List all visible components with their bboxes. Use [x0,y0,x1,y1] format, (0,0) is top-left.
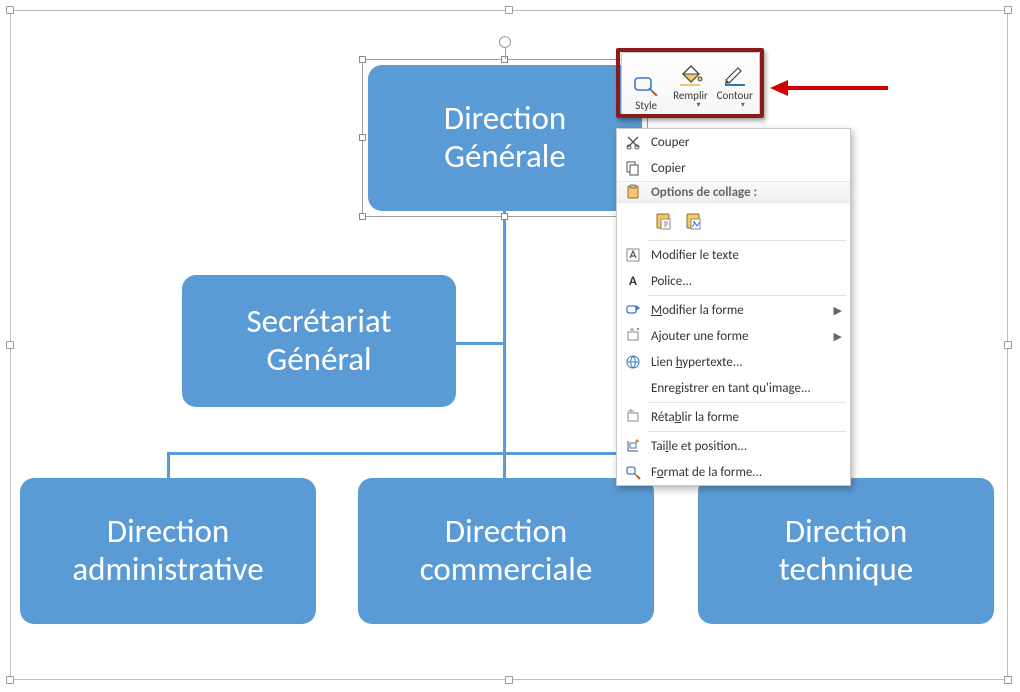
menu-change-shape[interactable]: Modifier la forme ▶ [617,297,850,323]
menu-separator [647,431,846,432]
submenu-arrow-icon: ▶ [834,304,842,317]
mini-style-label: Style [635,99,657,112]
menu-reset-shape[interactable]: Rétablir la forme [617,404,850,430]
add-shape-icon [623,326,643,346]
menu-save-as-picture[interactable]: Enregistrer en tant qu'image... [617,375,850,401]
menu-paste-options [617,203,850,239]
menu-add-shape[interactable]: Ajouter une forme ▶ [617,323,850,349]
menu-label: Rétablir la forme [651,410,739,425]
dropdown-caret-icon: ▾ [696,100,700,110]
selection-handle[interactable] [6,6,14,14]
menu-label: Modifier le texte [651,248,739,263]
shape-style-icon [632,68,660,96]
node-secretariat-general[interactable]: Secrétariat Général [182,275,456,407]
paste-as-picture-button[interactable] [681,208,707,234]
node-label: Direction administrative [72,513,263,589]
blank-icon [623,378,643,398]
node-label: Direction commerciale [420,513,593,589]
menu-separator [647,295,846,296]
node-label: Direction Générale [444,100,566,176]
menu-font[interactable]: A Police... [617,268,850,294]
rotation-handle[interactable] [499,36,511,48]
selection-handle[interactable] [1004,676,1012,684]
selection-handle[interactable] [6,676,14,684]
selection-handle[interactable] [6,341,14,349]
menu-cut[interactable]: Couper [617,129,850,155]
cut-icon [623,132,643,152]
paste-icon [623,182,643,202]
submenu-arrow-icon: ▶ [834,330,842,343]
menu-label: Couper [651,135,689,150]
menu-separator [647,402,846,403]
fill-bucket-icon [676,58,704,86]
edit-text-icon [623,245,643,265]
node-label: Secrétariat Général [247,303,392,379]
paste-keep-formatting-button[interactable] [651,208,677,234]
menu-format-shape[interactable]: Format de la forme... [617,459,850,485]
rotation-stem [505,47,506,59]
hyperlink-icon [623,352,643,372]
menu-separator [647,240,846,241]
menu-label: Taille et position... [651,439,747,454]
mini-outline-label: Contour [717,89,753,102]
menu-copy[interactable]: Copier [617,155,850,181]
outline-pen-icon [721,58,749,86]
node-direction-generale[interactable]: Direction Générale [368,65,642,211]
node-direction-commerciale[interactable]: Direction commerciale [358,478,654,624]
node-direction-technique[interactable]: Direction technique [698,478,994,624]
canvas: Direction Générale Secrétariat Général D… [0,0,1020,692]
menu-label: Copier [651,161,686,176]
reset-shape-icon [623,407,643,427]
menu-size-position[interactable]: Taille et position... [617,433,850,459]
context-menu: Couper Copier Options de collage : [616,128,851,486]
menu-paste-options-header: Options de collage : [617,181,850,203]
copy-icon [623,158,643,178]
menu-label: Format de la forme... [651,465,762,480]
selection-handle[interactable] [505,6,513,14]
menu-label: Lien hypertexte... [651,355,743,370]
menu-label: Police... [651,274,692,289]
mini-outline-button[interactable]: Contour ▾ [713,54,757,114]
selection-handle[interactable] [505,676,513,684]
mini-fill-label: Remplir [673,89,708,102]
mini-fill-button[interactable]: Remplir ▾ [668,54,712,114]
format-shape-icon [623,462,643,482]
menu-label: Modifier la forme [651,303,744,318]
dropdown-caret-icon: ▾ [741,100,745,110]
selection-handle[interactable] [1004,6,1012,14]
size-position-icon [623,436,643,456]
menu-hyperlink[interactable]: Lien hypertexte... [617,349,850,375]
menu-label: Enregistrer en tant qu'image... [651,381,811,396]
change-shape-icon [623,300,643,320]
mini-toolbar: Style Remplir ▾ Conto [621,52,760,115]
font-icon: A [623,271,643,291]
menu-label: Ajouter une forme [651,329,748,344]
node-direction-administrative[interactable]: Direction administrative [20,478,316,624]
menu-label: Options de collage : [651,185,757,200]
menu-edit-text[interactable]: Modifier le texte [617,242,850,268]
selection-handle[interactable] [1004,341,1012,349]
mini-style-button[interactable]: Style [624,54,668,114]
node-label: Direction technique [779,513,913,589]
